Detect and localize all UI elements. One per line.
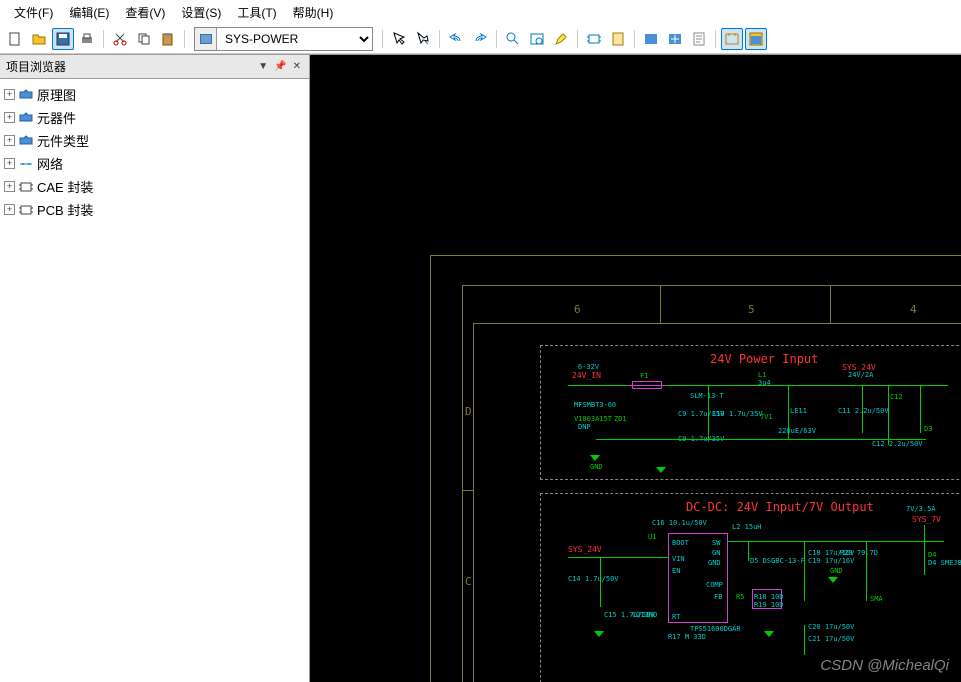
tree-item-pcb-decals[interactable]: + PCB 封装	[2, 198, 307, 221]
expand-icon[interactable]: +	[4, 204, 15, 215]
menu-help[interactable]: 帮助(H)	[287, 2, 340, 23]
menu-bar: 文件(F) 编辑(E) 查看(V) 设置(S) 工具(T) 帮助(H)	[0, 0, 961, 25]
block1-title: 24V Power Input	[710, 352, 818, 366]
open-file-icon[interactable]	[28, 28, 50, 50]
nets-node-icon	[18, 156, 34, 172]
grid-row-d: D	[465, 405, 472, 418]
project-tree[interactable]: + 原理图 + 元器件 + 元件类型 + 网络 + C	[0, 79, 309, 682]
grid-col-5: 5	[748, 303, 755, 316]
schematic-icon	[195, 28, 217, 50]
menu-edit[interactable]: 编辑(E)	[63, 2, 115, 23]
new-file-icon[interactable]	[4, 28, 26, 50]
print-icon[interactable]	[76, 28, 98, 50]
schematic-selector[interactable]: SYS-POWER	[194, 27, 373, 51]
toolbar: SYS-POWER	[0, 25, 961, 54]
expand-icon[interactable]: +	[4, 89, 15, 100]
tree-item-schematic[interactable]: + 原理图	[2, 83, 307, 106]
expand-icon[interactable]: +	[4, 112, 15, 123]
cross-icon[interactable]	[664, 28, 686, 50]
eco-icon[interactable]	[640, 28, 662, 50]
tree-item-cae-decals[interactable]: + CAE 封装	[2, 175, 307, 198]
tree-item-parttypes[interactable]: + 元件类型	[2, 129, 307, 152]
report-icon[interactable]	[688, 28, 710, 50]
paste-icon[interactable]	[157, 28, 179, 50]
window-icon[interactable]	[745, 28, 767, 50]
panel-close-icon[interactable]: ✕	[291, 61, 303, 72]
pointer-icon[interactable]	[388, 28, 410, 50]
grid-col-6: 6	[574, 303, 581, 316]
pcb-decal-icon	[18, 202, 34, 218]
part-icon[interactable]	[583, 28, 605, 50]
zoom-icon[interactable]	[502, 28, 524, 50]
parttypes-node-icon	[18, 133, 34, 149]
schematic-dropdown[interactable]: SYS-POWER	[217, 28, 372, 50]
menu-tools[interactable]: 工具(T)	[231, 2, 282, 23]
tree-item-nets[interactable]: + 网络	[2, 152, 307, 175]
select-mode-icon[interactable]	[721, 28, 743, 50]
schematic-node-icon	[18, 87, 34, 103]
expand-icon[interactable]: +	[4, 181, 15, 192]
panel-dropdown-icon[interactable]: ▼	[256, 61, 270, 72]
menu-settings[interactable]: 设置(S)	[175, 2, 227, 23]
sheet-icon[interactable]	[607, 28, 629, 50]
cut-icon[interactable]	[109, 28, 131, 50]
menu-file[interactable]: 文件(F)	[8, 2, 59, 23]
components-node-icon	[18, 110, 34, 126]
cae-decal-icon	[18, 179, 34, 195]
highlight-icon[interactable]	[550, 28, 572, 50]
redo-icon[interactable]	[469, 28, 491, 50]
grid-row-c: C	[465, 575, 472, 588]
undo-icon[interactable]	[445, 28, 467, 50]
move-icon[interactable]	[412, 28, 434, 50]
expand-icon[interactable]: +	[4, 135, 15, 146]
copy-icon[interactable]	[133, 28, 155, 50]
schematic-canvas[interactable]: 6 5 4 D C 24V Power Input 6-32V 24V_IN F…	[310, 55, 961, 682]
block2-title: DC-DC: 24V Input/7V Output	[686, 500, 874, 514]
zoom-sheet-icon[interactable]	[526, 28, 548, 50]
expand-icon[interactable]: +	[4, 158, 15, 169]
schematic-block-dcdc	[540, 493, 961, 682]
project-browser-title: 项目浏览器	[6, 58, 66, 75]
project-browser-header: 项目浏览器 ▼ 📌 ✕	[0, 55, 309, 79]
tree-item-components[interactable]: + 元器件	[2, 106, 307, 129]
panel-pin-icon[interactable]: 📌	[272, 61, 288, 72]
save-icon[interactable]	[52, 28, 74, 50]
menu-view[interactable]: 查看(V)	[119, 2, 171, 23]
grid-col-4: 4	[910, 303, 917, 316]
project-browser-panel: 项目浏览器 ▼ 📌 ✕ + 原理图 + 元器件 + 元件类型	[0, 55, 310, 682]
